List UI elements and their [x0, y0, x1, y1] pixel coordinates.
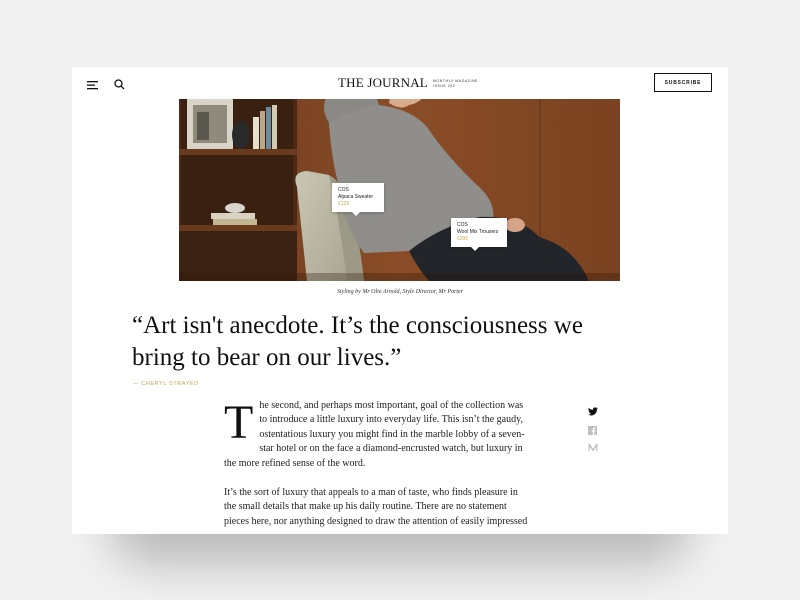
pull-quote: “Art isn't anecdote. It’s the consciousn… — [132, 312, 583, 371]
product-tag-sweater[interactable]: COS Alpaca Sweater €129 — [332, 183, 384, 216]
tag-brand: COS — [338, 187, 349, 193]
hero-photo — [179, 67, 620, 281]
brand-subtitle: MONTHLY MAGAZINE ISSUE 292 — [433, 79, 478, 89]
brand-title: THE JOURNAL — [338, 75, 428, 90]
article-body: The second, and perhaps most important, … — [224, 399, 530, 534]
tag-price: €295 — [457, 236, 469, 242]
tag-brand: COS — [457, 222, 468, 228]
twitter-icon[interactable] — [588, 403, 598, 416]
tag-product-name: Wool Mix Trousers — [457, 229, 499, 235]
tag-price: €129 — [338, 201, 350, 207]
subscribe-button[interactable]: SUBSCRIBE — [654, 73, 712, 92]
site-logo[interactable]: THE JOURNAL MONTHLY MAGAZINE ISSUE 292 — [338, 75, 478, 91]
hamburger-menu-icon[interactable] — [87, 77, 99, 90]
drop-cap: T — [224, 396, 254, 449]
site-header: THE JOURNAL MONTHLY MAGAZINE ISSUE 292 S… — [72, 67, 728, 99]
medium-icon[interactable] — [588, 439, 598, 451]
search-icon[interactable] — [114, 77, 125, 90]
article-paragraph: The second, and perhaps most important, … — [224, 399, 530, 471]
facebook-icon[interactable] — [588, 422, 598, 435]
brand-sub-line2: ISSUE 292 — [432, 84, 456, 88]
article-paragraph: It’s the sort of luxury that appeals to … — [224, 487, 528, 527]
paragraph-text: he second, and perhaps most important, g… — [224, 400, 525, 469]
product-tag-trousers[interactable]: COS Wool Mix Trousers €295 — [451, 218, 507, 251]
photo-caption: Styling by Mr Olie Arnold, Style Directo… — [337, 289, 463, 295]
quote-attribution: — CHERYL STRAYED — [133, 381, 199, 387]
page-window: COS Alpaca Sweater €129 COS Wool Mix Tro… — [72, 67, 728, 534]
tag-product-name: Alpaca Sweater — [338, 194, 374, 200]
